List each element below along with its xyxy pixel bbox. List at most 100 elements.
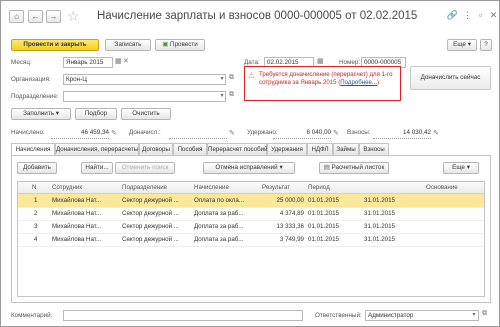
payslip-button[interactable]: ▤ Расчетный листок (319, 162, 389, 174)
table-row[interactable]: 4 Михайлова Нат... Сектор дежурной ... Д… (18, 233, 484, 247)
chevron-down-icon: ▾ (55, 110, 59, 117)
col-accrual[interactable]: Начисление (194, 182, 229, 193)
tab-ndfl[interactable]: НДФЛ (307, 143, 333, 155)
cell-department: Сектор дежурной ... (122, 223, 179, 230)
col-department[interactable]: Подразделение (122, 182, 167, 193)
back-button[interactable]: ← (28, 10, 43, 23)
find-button[interactable]: Найти... (81, 162, 113, 174)
cell-employee: Михайлова Нат... (52, 197, 102, 204)
accrued-value: 46 459,34 (51, 128, 109, 139)
accruals-table: N Сотрудник Подразделение Начисление Рез… (17, 181, 485, 297)
accrued-edit-icon[interactable]: ✎ (111, 129, 117, 137)
month-field[interactable]: Январь 2015 (63, 57, 113, 68)
contributions-label: Взносы: (347, 129, 371, 136)
responsible-dropdown-icon[interactable]: ▾ (470, 311, 478, 320)
post-and-close-button[interactable]: Провести и закрыть (11, 39, 99, 51)
cell-period-start: 01.01.2015 (308, 223, 339, 230)
col-n[interactable]: N (32, 182, 36, 193)
department-open-icon[interactable]: ⧉ (229, 91, 234, 99)
more-button[interactable]: Еще ▾ (447, 39, 477, 51)
payslip-label: Расчетный листок (331, 164, 385, 171)
cell-period-start: 01.01.2015 (308, 236, 339, 243)
comment-label: Комментарий: (11, 312, 53, 319)
tab-contributions[interactable]: Взносы (359, 143, 389, 155)
cell-result: 13 333,36 (276, 223, 304, 230)
more-dots-icon[interactable]: ⋮ (461, 9, 474, 22)
chevron-down-icon: ▾ (467, 41, 471, 48)
arrow-left-icon: ← (31, 12, 40, 21)
chevron-down-icon: ▾ (466, 164, 470, 171)
post-button-label: Провести (169, 41, 198, 48)
cell-period-start: 01.01.2015 (308, 210, 339, 217)
cell-employee: Михайлова Нат... (52, 210, 102, 217)
tab-loans[interactable]: Займы (333, 143, 359, 155)
table-row[interactable]: 2 Михайлова Нат... Сектор дежурной ... Д… (18, 207, 484, 221)
clear-button[interactable]: Очистить (121, 108, 171, 120)
department-dropdown-icon[interactable]: ▾ (218, 92, 226, 101)
withheld-value: 6 040,00 (273, 128, 331, 139)
organization-open-icon[interactable]: ⧉ (229, 74, 234, 82)
link-icon[interactable]: 🔗 (446, 9, 459, 22)
col-period[interactable]: Период (308, 182, 330, 193)
accrued-label: Начислено: (11, 129, 45, 136)
clear-month-icon[interactable]: ✕ (123, 57, 129, 65)
deducted-label: Доначисл.: (129, 129, 161, 136)
recalculation-warning: ⚠ Требуется доначисление (перерасчет) дл… (244, 66, 401, 101)
cell-result: 25 000,00 (276, 197, 304, 204)
responsible-open-icon[interactable]: ⧉ (482, 310, 487, 318)
tab-benefits[interactable]: Пособия (173, 143, 207, 155)
tab-benefit-recalc[interactable]: Перерасчет пособий (207, 143, 268, 155)
withheld-edit-icon[interactable]: ✎ (333, 129, 339, 137)
department-field[interactable] (63, 91, 226, 102)
details-link[interactable]: Подробнее... (340, 79, 377, 86)
cell-employee: Михайлова Нат... (52, 223, 102, 230)
cancel-corrections-label: Отмена исправлений (215, 164, 278, 171)
recalculate-now-label: Доначислить сейчас (420, 74, 481, 81)
cell-department: Сектор дежурной ... (122, 197, 179, 204)
close-icon[interactable]: ✕ (487, 9, 500, 22)
cell-period-end: 31.01.2015 (364, 197, 395, 204)
organization-field[interactable]: Крон-Ц (63, 74, 226, 85)
home-button[interactable]: ⌂ (9, 10, 24, 23)
tab-more-button[interactable]: Еще ▾ (443, 162, 479, 174)
recalculate-now-button[interactable]: Доначислить сейчас (410, 66, 491, 90)
table-row[interactable]: 1 Михайлова Нат... Сектор дежурной ... О… (18, 194, 484, 208)
date-picker-icon[interactable]: ▦ (317, 57, 324, 65)
tab-deductions[interactable]: Удержания (267, 143, 307, 155)
cell-period-end: 31.01.2015 (364, 236, 395, 243)
select-button[interactable]: Подбор (75, 108, 117, 120)
forward-button[interactable]: → (46, 10, 61, 23)
cancel-corrections-button[interactable]: Отмена исправлений ▾ (203, 162, 295, 174)
comment-field[interactable] (63, 310, 303, 321)
favorite-star-icon[interactable]: ☆ (67, 8, 80, 25)
responsible-field[interactable]: Администратор (365, 310, 479, 321)
fill-button-label: Заполнить (23, 110, 54, 117)
contributions-edit-icon[interactable]: ✎ (433, 129, 439, 137)
add-button[interactable]: Добавить (17, 162, 57, 174)
tab-more-label: Еще (452, 164, 465, 171)
table-row[interactable]: 3 Михайлова Нат... Сектор дежурной ... Д… (18, 220, 484, 234)
fill-button[interactable]: Заполнить ▾ (11, 108, 71, 120)
help-button[interactable]: ? (480, 39, 492, 51)
tab-recalculations[interactable]: Доначисления, перерасчеты (55, 143, 139, 155)
maximize-icon[interactable]: ▫ (474, 9, 487, 22)
deducted-edit-icon[interactable]: ✎ (229, 129, 235, 137)
col-basis[interactable]: Основание (426, 182, 458, 193)
cell-result: 3 749,99 (279, 236, 304, 243)
post-button[interactable]: ▣ Провести (155, 39, 205, 51)
save-button[interactable]: Записать (105, 39, 151, 51)
cell-period-start: 01.01.2015 (308, 197, 339, 204)
col-employee[interactable]: Сотрудник (52, 182, 82, 193)
responsible-label: Ответственный: (315, 312, 362, 319)
payslip-icon: ▤ (323, 164, 330, 171)
cell-n: 2 (34, 210, 38, 217)
organization-dropdown-icon[interactable]: ▾ (218, 75, 226, 84)
cancel-search-button[interactable]: Отменить поиск (115, 162, 175, 174)
col-result[interactable]: Результат (262, 182, 290, 193)
cell-n: 1 (34, 197, 38, 204)
tab-contracts[interactable]: Договоры (139, 143, 173, 155)
warning-icon: ⚠ (248, 71, 256, 80)
organization-label: Организация: (11, 76, 51, 83)
document-window: ⌂ ← → ☆ Начисление зарплаты и взносов 00… (0, 0, 500, 327)
calendar-icon[interactable]: ▦ (115, 57, 122, 65)
